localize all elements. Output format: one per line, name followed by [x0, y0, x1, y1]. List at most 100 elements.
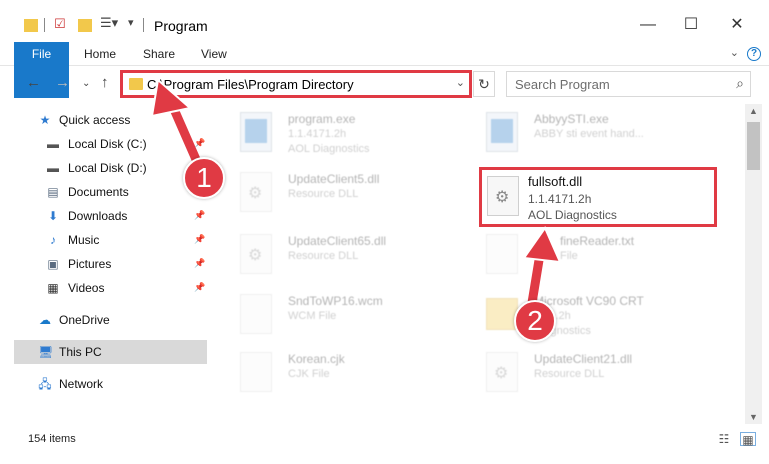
sidebar-item-label: Local Disk (C:)	[68, 137, 147, 151]
tab-view[interactable]: View	[201, 42, 227, 66]
address-bar[interactable]: C:\Program Files\Program Directory ⌄	[120, 70, 472, 98]
list-item[interactable]: SndToWP16.wcm WCM File	[226, 288, 476, 344]
list-item[interactable]: program.exe 1.1.4171.2h AOL Diagnostics	[226, 106, 476, 162]
gear-file-icon	[240, 172, 272, 212]
file-name: SndToWP16.wcm	[288, 294, 383, 308]
sidebar-item-label: Music	[68, 233, 100, 247]
gear-file-icon	[486, 352, 518, 392]
cloud-icon: ☁	[39, 313, 51, 327]
tab-home[interactable]: Home	[84, 42, 116, 66]
file-type: Resource DLL	[288, 188, 359, 200]
details-view-icon[interactable]: ☷	[716, 432, 732, 446]
sidebar-item-pictures[interactable]: ▣ Pictures 📌	[0, 252, 210, 276]
file-description: AOL Diagnostics	[288, 143, 370, 155]
list-item[interactable]: UpdateClient5.dll Resource DLL	[226, 166, 476, 222]
highlighted-file-item[interactable]: fullsoft.dll 1.1.4171.2h AOL Diagnostics	[479, 167, 717, 227]
back-arrow-icon[interactable]: ←	[26, 74, 41, 91]
vertical-scrollbar[interactable]: ▲ ▼	[745, 104, 762, 424]
close-button[interactable]: ✕	[714, 10, 760, 40]
pin-icon: 📌	[194, 234, 206, 244]
window-title: Program	[154, 18, 208, 34]
sidebar-item-onedrive[interactable]: ☁ OneDrive	[0, 308, 210, 332]
sidebar-item-downloads[interactable]: ⬇ Downloads 📌	[0, 204, 210, 228]
file-type: WCM File	[288, 310, 337, 322]
address-path[interactable]: C:\Program Files\Program Directory	[147, 77, 354, 92]
computer-icon: 🖥	[38, 345, 54, 359]
sidebar-item-label: This PC	[59, 345, 102, 359]
list-item[interactable]: fineReader.txt File	[472, 228, 722, 284]
list-item[interactable]: AbbyySTI.exe ABBY sti event hand...	[472, 106, 722, 162]
chevron-down-icon[interactable]: ⌄	[730, 46, 739, 59]
sidebar-item-label: Pictures	[68, 257, 112, 271]
recent-dropdown-icon[interactable]: ⌄	[82, 78, 90, 89]
sidebar-item-label: Downloads	[68, 209, 128, 223]
sidebar-item-local-disk-d[interactable]: ▬ Local Disk (D:)	[0, 156, 210, 180]
file-type: Resource DLL	[534, 368, 605, 380]
minimize-button[interactable]: —	[625, 10, 671, 40]
file-icon	[240, 294, 272, 334]
sidebar-item-music[interactable]: ♪ Music 📌	[0, 228, 210, 252]
drive-icon: ▬	[47, 161, 59, 175]
scrollbar-thumb[interactable]	[747, 122, 760, 170]
sidebar-item-videos[interactable]: ▦ Videos 📌	[0, 276, 210, 300]
new-folder-icon[interactable]	[78, 19, 92, 32]
file-list: program.exe 1.1.4171.2h AOL Diagnostics …	[220, 104, 744, 424]
title-divider	[143, 18, 144, 32]
music-icon: ♪	[50, 233, 56, 247]
sidebar-item-local-disk-c[interactable]: ▬ Local Disk (C:) 📌	[0, 132, 210, 156]
gear-file-icon	[487, 176, 519, 216]
sidebar-item-this-pc[interactable]: 🖥 This PC	[14, 340, 207, 364]
sidebar-item-documents[interactable]: ▤ Documents 📌	[0, 180, 210, 204]
list-item[interactable]: Korean.cjk CJK File	[226, 346, 476, 402]
list-item[interactable]: UpdateClient65.dll Resource DLL	[226, 228, 476, 284]
sidebar-item-label: Network	[59, 377, 104, 391]
file-version: 1.1.4171.2h	[528, 192, 592, 206]
sidebar-item-quick-access[interactable]: ★ Quick access	[0, 108, 210, 132]
file-description: ABBY sti event hand...	[534, 128, 644, 140]
file-type: Resource DLL	[288, 250, 359, 262]
search-input[interactable]: Search Program	[515, 77, 610, 92]
search-box[interactable]: Search Program ⌕	[506, 71, 751, 97]
folder-icon[interactable]	[24, 19, 38, 32]
file-name: fullsoft.dll	[528, 174, 583, 189]
file-description: AOL Diagnostics	[528, 208, 617, 222]
list-item[interactable]: Microsoft VC90 CRT ...71.2h Diagnostics	[472, 288, 722, 344]
list-item[interactable]: UpdateClient21.dll Resource DLL	[472, 346, 722, 402]
pin-icon: 📌	[194, 210, 206, 220]
file-name: UpdateClient65.dll	[288, 234, 387, 248]
sidebar-item-label: Local Disk (D:)	[68, 161, 147, 175]
file-type: CJK File	[288, 368, 330, 380]
file-name: UpdateClient21.dll	[534, 352, 633, 366]
sidebar-item-network[interactable]: 🖧 Network	[0, 372, 210, 396]
maximize-button[interactable]: ☐	[668, 10, 714, 40]
properties-icon[interactable]: ☑	[54, 16, 66, 32]
pin-icon: 📌	[194, 258, 206, 268]
chevron-down-icon[interactable]: ⌄	[456, 76, 465, 89]
tab-share[interactable]: Share	[143, 42, 175, 66]
file-type: File	[560, 250, 578, 262]
customize-icon[interactable]: ☰▾	[100, 15, 118, 31]
scroll-up-icon[interactable]: ▲	[749, 106, 758, 116]
navigation-pane: ★ Quick access ▬ Local Disk (C:) 📌 ▬ Loc…	[0, 104, 210, 410]
network-icon: 🖧	[38, 377, 52, 391]
sidebar-item-label: Quick access	[59, 113, 131, 127]
search-icon[interactable]: ⌕	[736, 75, 744, 92]
documents-icon: ▤	[47, 185, 59, 199]
file-version: 1.1.4171.2h	[288, 128, 347, 140]
refresh-button[interactable]: ↻	[473, 71, 495, 97]
pin-icon: 📌	[194, 282, 206, 292]
step-1-badge: 1	[183, 157, 225, 199]
drive-icon: ▬	[47, 137, 59, 151]
pin-icon: 📌	[194, 138, 206, 148]
status-bar: 154 items ☷ ▦	[0, 424, 769, 464]
tiles-view-icon[interactable]: ▦	[740, 432, 756, 447]
dropdown-arrow-icon[interactable]: ▾	[128, 16, 134, 32]
up-arrow-icon[interactable]: ↑	[101, 74, 109, 91]
sidebar-item-label: Documents	[68, 185, 129, 199]
help-icon[interactable]: ?	[747, 47, 761, 61]
videos-icon: ▦	[47, 281, 59, 295]
pictures-icon: ▣	[47, 257, 59, 271]
forward-arrow-icon[interactable]: →	[55, 74, 70, 91]
scroll-down-icon[interactable]: ▼	[749, 412, 758, 422]
refresh-icon: ↻	[478, 76, 490, 92]
